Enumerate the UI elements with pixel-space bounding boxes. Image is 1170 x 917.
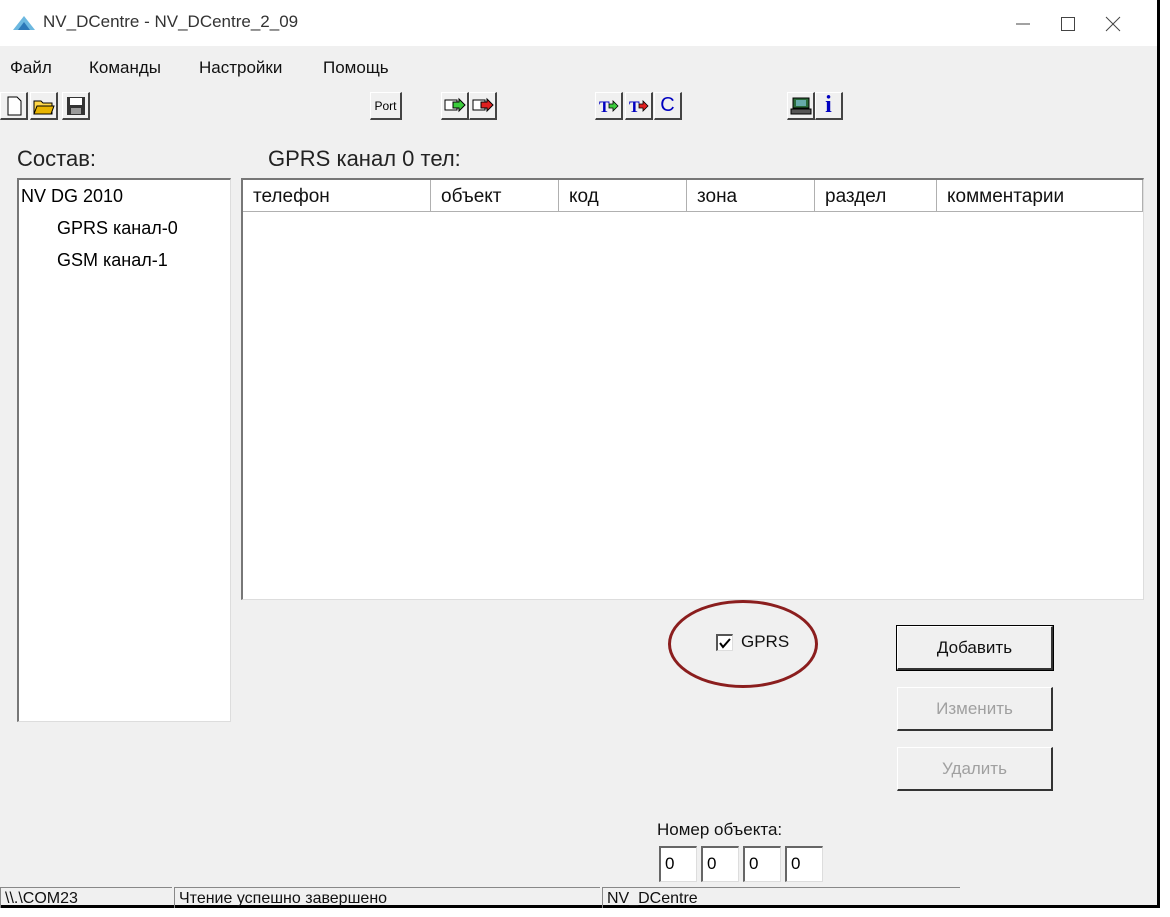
tree-item-gsm-channel[interactable]: GSM канал-1 bbox=[57, 250, 168, 271]
column-phone[interactable]: телефон bbox=[243, 180, 431, 212]
status-app: NV_DCentre bbox=[602, 887, 960, 908]
menu-file[interactable]: Файл bbox=[10, 58, 52, 78]
gprs-checkbox-label[interactable]: GPRS bbox=[741, 632, 789, 652]
object-digit-4[interactable]: 0 bbox=[785, 846, 823, 882]
c-icon: C bbox=[660, 94, 675, 116]
checkmark-icon bbox=[719, 638, 731, 649]
write-arrow-green-icon bbox=[444, 97, 466, 112]
c-button[interactable]: C bbox=[654, 92, 682, 120]
object-digit-2[interactable]: 0 bbox=[701, 846, 739, 882]
toolbar: Port T T C i bbox=[0, 88, 1157, 124]
info-icon: i bbox=[825, 92, 832, 118]
write-button-green[interactable] bbox=[441, 92, 469, 120]
edit-button[interactable]: Изменить bbox=[897, 687, 1053, 731]
save-icon bbox=[66, 96, 85, 115]
network-icon bbox=[790, 97, 811, 114]
write-button-red[interactable] bbox=[469, 92, 497, 120]
column-code[interactable]: код bbox=[559, 180, 687, 212]
phone-list[interactable]: телефон объект код зона раздел комментар… bbox=[241, 178, 1144, 600]
info-button[interactable]: i bbox=[815, 92, 843, 120]
app-logo-icon bbox=[13, 16, 35, 30]
svg-text:T: T bbox=[599, 99, 610, 115]
maximize-button[interactable] bbox=[1049, 8, 1087, 40]
open-folder-icon bbox=[32, 100, 55, 114]
add-button[interactable]: Добавить bbox=[896, 625, 1054, 671]
column-section[interactable]: раздел bbox=[815, 180, 937, 212]
maximize-icon bbox=[1061, 17, 1075, 31]
port-button[interactable]: Port bbox=[370, 92, 402, 120]
status-message: Чтение успешно завершено bbox=[174, 887, 600, 908]
tree-heading: Состав: bbox=[17, 146, 96, 171]
device-tree[interactable]: NV DG 2010 GPRS канал-0 GSM канал-1 bbox=[17, 178, 231, 722]
menu-commands[interactable]: Команды bbox=[89, 58, 161, 78]
status-port: \\.\COM23 bbox=[0, 887, 172, 908]
save-button[interactable] bbox=[62, 92, 90, 120]
tree-item-device[interactable]: NV DG 2010 bbox=[21, 186, 123, 207]
delete-button[interactable]: Удалить bbox=[897, 747, 1053, 791]
list-header: телефон объект код зона раздел комментар… bbox=[243, 180, 1143, 214]
write-arrow-red-icon bbox=[472, 97, 494, 112]
object-number-label: Номер объекта: bbox=[657, 820, 783, 839]
status-bar: \\.\COM23 Чтение успешно завершено NV_DC… bbox=[0, 887, 1157, 908]
column-comments[interactable]: комментарии bbox=[937, 180, 1143, 212]
close-button[interactable] bbox=[1094, 8, 1132, 40]
new-file-button[interactable] bbox=[0, 92, 28, 120]
transfer-red-icon: T bbox=[629, 99, 649, 115]
menu-settings[interactable]: Настройки bbox=[199, 58, 282, 78]
minimize-icon bbox=[1016, 23, 1030, 25]
app-window: NV_DCentre - NV_DCentre_2_09 Файл Команд… bbox=[0, 0, 1160, 908]
open-button[interactable] bbox=[30, 92, 58, 120]
gprs-option: GPRS bbox=[668, 600, 822, 692]
transfer-green-icon: T bbox=[599, 99, 619, 115]
close-icon bbox=[1105, 16, 1121, 32]
column-object[interactable]: объект bbox=[431, 180, 559, 212]
network-button[interactable] bbox=[787, 92, 815, 120]
tree-item-gprs-channel[interactable]: GPRS канал-0 bbox=[57, 218, 178, 239]
transfer-button-red[interactable]: T bbox=[625, 92, 653, 120]
transfer-button-green[interactable]: T bbox=[595, 92, 623, 120]
menu-help[interactable]: Помощь bbox=[323, 58, 389, 78]
gprs-checkbox[interactable] bbox=[716, 634, 733, 651]
object-digit-1[interactable]: 0 bbox=[659, 846, 697, 882]
list-heading: GPRS канал 0 тел: bbox=[268, 146, 461, 171]
menu-bar: Файл Команды Настройки Помощь bbox=[0, 52, 1157, 82]
svg-text:T: T bbox=[629, 99, 640, 115]
column-zone[interactable]: зона bbox=[687, 180, 815, 212]
title-bar[interactable]: NV_DCentre - NV_DCentre_2_09 bbox=[0, 0, 1157, 46]
minimize-button[interactable] bbox=[1004, 8, 1042, 40]
window-title: NV_DCentre - NV_DCentre_2_09 bbox=[43, 12, 299, 31]
new-file-icon bbox=[7, 96, 21, 115]
object-digit-3[interactable]: 0 bbox=[743, 846, 781, 882]
port-label: Port bbox=[374, 98, 397, 113]
